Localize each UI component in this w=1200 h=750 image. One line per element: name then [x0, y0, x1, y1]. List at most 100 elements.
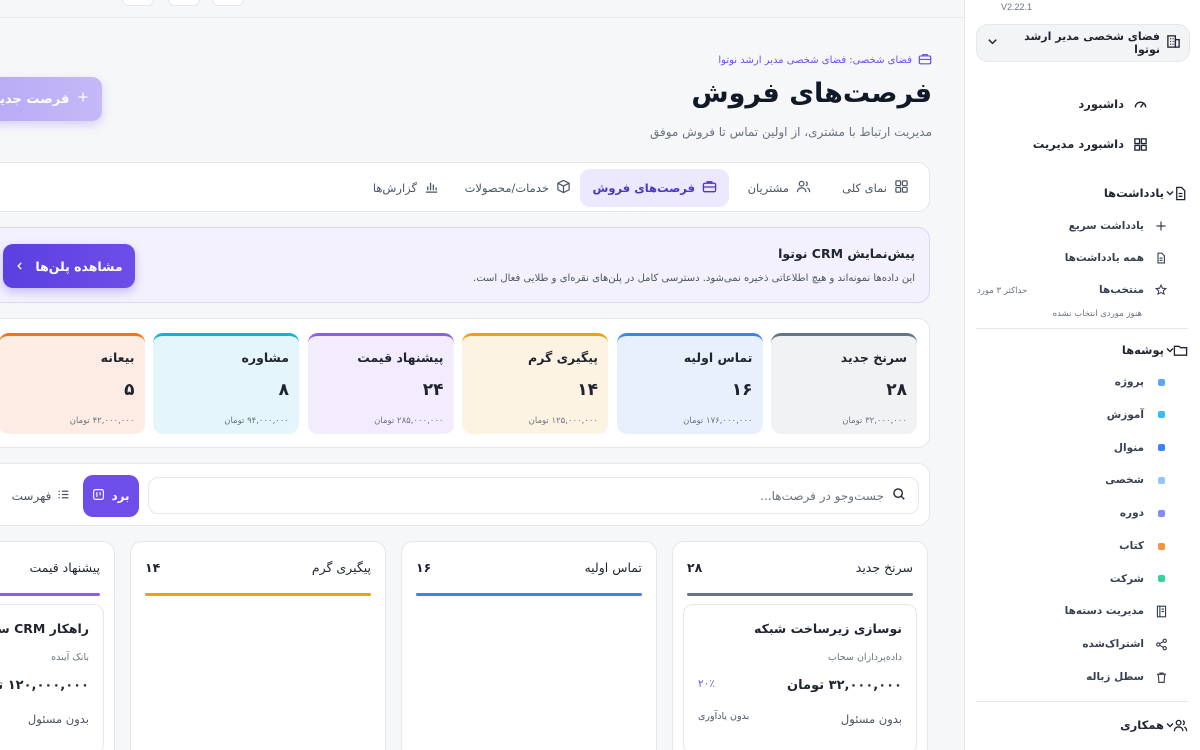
stage-count: ۲۸ [886, 380, 907, 400]
list-icon [57, 488, 70, 504]
card-company: بانک آینده [51, 652, 89, 663]
tab-bar: نمای کلی مشتریان فرصت‌های فروش خدمات/محص… [0, 162, 930, 212]
divider [976, 701, 1188, 702]
sidebar-item-label: پروژه [1114, 376, 1144, 388]
sidebar-item-folder[interactable]: شرکت [1110, 572, 1168, 586]
stage-card[interactable]: پیگیری گرم ۱۴ ۱۲۵,۰۰۰,۰۰۰ تومان [462, 333, 608, 434]
sidebar-item-label: منوال [1113, 441, 1144, 454]
tab-products[interactable]: خدمات/محصولات [453, 169, 583, 207]
sidebar-item-folder[interactable]: آموزش [1107, 408, 1168, 422]
column-title: سرنخ جدید [855, 560, 913, 575]
card-amount: ۳۲,۰۰۰,۰۰۰ تومان [787, 678, 902, 693]
stage-value: ۱۲۵,۰۰۰,۰۰۰ تومان [528, 416, 598, 426]
sidebar-item-trash[interactable]: سطل زباله [1086, 670, 1168, 684]
view-plans-button[interactable]: مشاهده پلن‌ها [3, 244, 135, 288]
briefcase-icon [918, 52, 932, 69]
sidebar-item-shared[interactable]: اشتراک‌شده [1082, 637, 1168, 651]
top-button[interactable] [212, 0, 244, 6]
gauge-icon [1132, 96, 1148, 112]
stage-name: بیعانه [100, 350, 135, 365]
stage-count: ۱۶ [731, 380, 753, 400]
card-amount: ۱۲۰,۰۰۰,۰۰۰ تومان [0, 678, 89, 693]
stage-card[interactable]: بیعانه ۵ ۴۲,۰۰۰,۰۰۰ تومان [0, 333, 145, 434]
page-title: فرصت‌های فروش [691, 78, 932, 109]
stage-value: ۴۲,۰۰۰,۰۰۰ تومان [69, 416, 135, 426]
stage-card[interactable]: تماس اولیه ۱۶ ۱۷۶,۰۰۰,۰۰۰ تومان [616, 333, 763, 434]
kanban-column: سرنخ جدید ۲۸ نوسازی زیرساخت شبکه داده‌پرداز… [672, 541, 928, 750]
folder-color-dot [1154, 473, 1168, 487]
search-toolbar: جست‌وجو در فرصت‌ها... برد فهرست [0, 463, 930, 526]
demo-text: این داده‌ها نمونه‌اند و هیچ اطلاعاتی ذخی… [473, 273, 915, 284]
book-icon [1154, 604, 1168, 618]
new-opportunity-button[interactable]: فرصت جدید [0, 77, 102, 121]
opportunity-card[interactable]: نوسازی زیرساخت شبکه داده‌پردازان سحاب ۳۲,۰… [683, 604, 917, 750]
card-title: نوسازی زیرساخت شبکه [753, 621, 902, 636]
sidebar-item-label: داشبورد [1078, 97, 1124, 111]
sidebar-item-all-notes[interactable]: همه یادداشت‌ها [1065, 251, 1168, 265]
sidebar-item-label: سطل زباله [1086, 671, 1144, 683]
sidebar-item-dashboard[interactable]: داشبورد [964, 96, 1200, 112]
button-label: فرصت جدید [0, 91, 70, 107]
favorites-limit-badge: حداکثر ۳ مورد [977, 286, 1028, 296]
tab-label: خدمات/محصولات [464, 181, 549, 195]
workspace-label: فضای شخصی مدیر ارشد نوتوا [1024, 30, 1160, 56]
favorites-empty-note: هنوز موردی انتخاب نشده [1052, 309, 1142, 319]
stage-card[interactable]: مشاوره ۸ ۹۴,۰۰۰,۰۰۰ تومان [153, 333, 299, 434]
folder-color-dot [1154, 506, 1168, 520]
folder-color-dot [1154, 375, 1168, 389]
tab-label: گزارش‌ها [372, 181, 417, 195]
column-color-bar [0, 593, 100, 596]
tab-opportunities[interactable]: فرصت‌های فروش [580, 169, 729, 207]
sidebar-item-folder[interactable]: کتاب [1119, 539, 1168, 553]
column-title: تماس اولیه [584, 560, 642, 575]
stage-card[interactable]: پیشنهاد قیمت ۲۴ ۲۸۵,۰۰۰,۰۰۰ تومان [307, 333, 454, 434]
stage-name: مشاوره [241, 350, 290, 365]
version-label: V2.22.1 [1001, 2, 1033, 12]
column-count: ۲۸ [687, 560, 703, 575]
building-icon [1166, 34, 1181, 53]
sidebar-item-manage-categories[interactable]: مدیریت دسته‌ها [1065, 604, 1168, 618]
bar-chart-icon [424, 179, 439, 197]
tab-overview[interactable]: نمای کلی [830, 169, 921, 207]
column-color-bar [687, 593, 913, 596]
folder-color-dot [1154, 408, 1168, 422]
stage-value: ۳۲,۰۰۰,۰۰۰ تومان [842, 416, 907, 426]
sidebar-section-notes[interactable]: یادداشت‌ها [964, 185, 1200, 201]
sidebar-item-quick-note[interactable]: یادداشت سریع [1069, 219, 1168, 233]
sidebar-item-label: داشبورد مدیریت [1032, 137, 1124, 151]
opportunity-card[interactable]: راهکار CRM سازمانی بانک آینده ۱۲۰,۰۰۰,۰۰۰ … [0, 604, 104, 750]
folder-color-dot [1154, 539, 1168, 553]
search-input[interactable]: جست‌وجو در فرصت‌ها... [148, 477, 919, 514]
top-button[interactable] [122, 0, 154, 6]
chevron-left-icon [15, 259, 25, 274]
sidebar-item-favorites[interactable]: منتخب‌ها [1099, 283, 1168, 297]
sidebar-item-folder[interactable]: دوره [1120, 506, 1168, 520]
top-button[interactable] [168, 0, 200, 6]
stage-count: ۸ [278, 380, 289, 400]
sidebar-section-folders[interactable]: پوشه‌ها [964, 342, 1200, 358]
sidebar-section-collab[interactable]: همکاری [964, 717, 1200, 733]
sidebar-item-folder[interactable]: پروژه [1115, 375, 1168, 389]
card-owner: بدون مسئول [27, 712, 89, 726]
sidebar-item-folder[interactable]: منوال [1114, 441, 1168, 455]
kanban-column: تماس اولیه ۱۶ [401, 541, 657, 750]
page-subtitle: مدیریت ارتباط با مشتری، از اولین تماس تا… [649, 125, 932, 139]
sidebar-item-label: شرکت [1109, 572, 1144, 585]
tab-customers[interactable]: مشتریان [736, 169, 823, 207]
tab-reports[interactable]: گزارش‌ها [361, 169, 451, 207]
breadcrumb[interactable]: فضای شخصی: فضای شخصی مدیر ارشد نوتوا [718, 52, 932, 69]
list-view-button[interactable]: فهرست [5, 475, 77, 517]
sidebar-item-folder[interactable]: شخصی [1105, 473, 1168, 487]
sidebar-item-admin-dashboard[interactable]: داشبورد مدیریت [964, 136, 1200, 152]
document-icon [1154, 251, 1168, 265]
stage-name: تماس اولیه [683, 350, 753, 365]
demo-title: پیش‌نمایش CRM نوتوا [778, 246, 915, 261]
tab-label: مشتریان [747, 181, 789, 195]
card-company: داده‌پردازان سحاب [828, 652, 902, 663]
workspace-switcher[interactable]: فضای شخصی مدیر ارشد نوتوا [976, 24, 1190, 62]
stage-card[interactable]: سرنخ جدید ۲۸ ۳۲,۰۰۰,۰۰۰ تومان [771, 333, 917, 434]
board-view-button[interactable]: برد [83, 475, 139, 517]
stage-count: ۱۴ [577, 380, 598, 400]
stage-count: ۵ [124, 380, 135, 400]
stage-name: سرنخ جدید [840, 350, 907, 365]
